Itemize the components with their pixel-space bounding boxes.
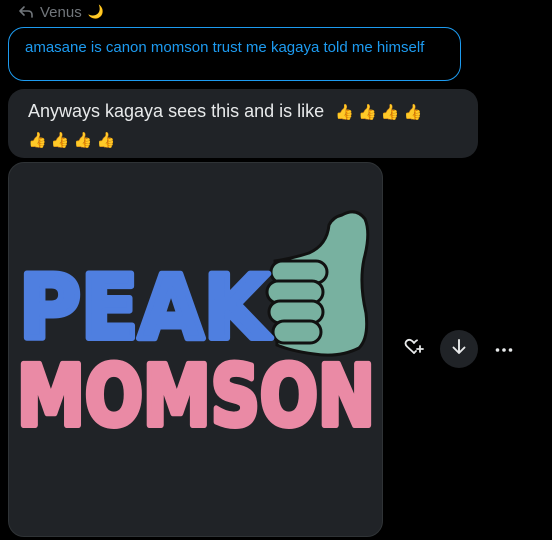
quoted-message[interactable]: amasane is canon momson trust me kagaya … <box>8 27 461 81</box>
message-line-2: 👍 👍 👍 👍 <box>28 126 462 154</box>
image-text-momson: MOMSON <box>17 347 375 445</box>
heart-plus-icon <box>404 338 424 361</box>
message-text: Anyways kagaya sees this and is like <box>28 101 325 121</box>
image-text-peak: PEAK <box>19 256 272 359</box>
quoted-message-text: amasane is canon momson trust me kagaya … <box>25 39 425 56</box>
download-arrow-icon <box>451 338 467 361</box>
thumbs-up-emojis-1: 👍 👍 👍 👍 <box>335 104 423 121</box>
more-dots-icon <box>495 340 513 358</box>
reply-arrow-icon <box>18 5 34 19</box>
thumbs-up-emojis-2: 👍 👍 👍 👍 <box>28 132 116 149</box>
reply-target-name: Venus <box>40 3 82 21</box>
download-button[interactable] <box>440 330 478 368</box>
message-line-1: Anyways kagaya sees this and is like 👍 👍… <box>28 98 462 126</box>
reply-header[interactable]: Venus 🌙 <box>18 3 104 21</box>
peak-momson-image: PEAK MOMSON <box>14 210 378 448</box>
moon-emoji: 🌙 <box>87 4 104 19</box>
react-button[interactable] <box>395 330 433 368</box>
attached-image[interactable]: PEAK MOMSON <box>8 162 383 537</box>
thumbs-up-icon <box>265 210 370 357</box>
more-options-button[interactable] <box>485 330 523 368</box>
message-bubble: Anyways kagaya sees this and is like 👍 👍… <box>8 89 478 158</box>
